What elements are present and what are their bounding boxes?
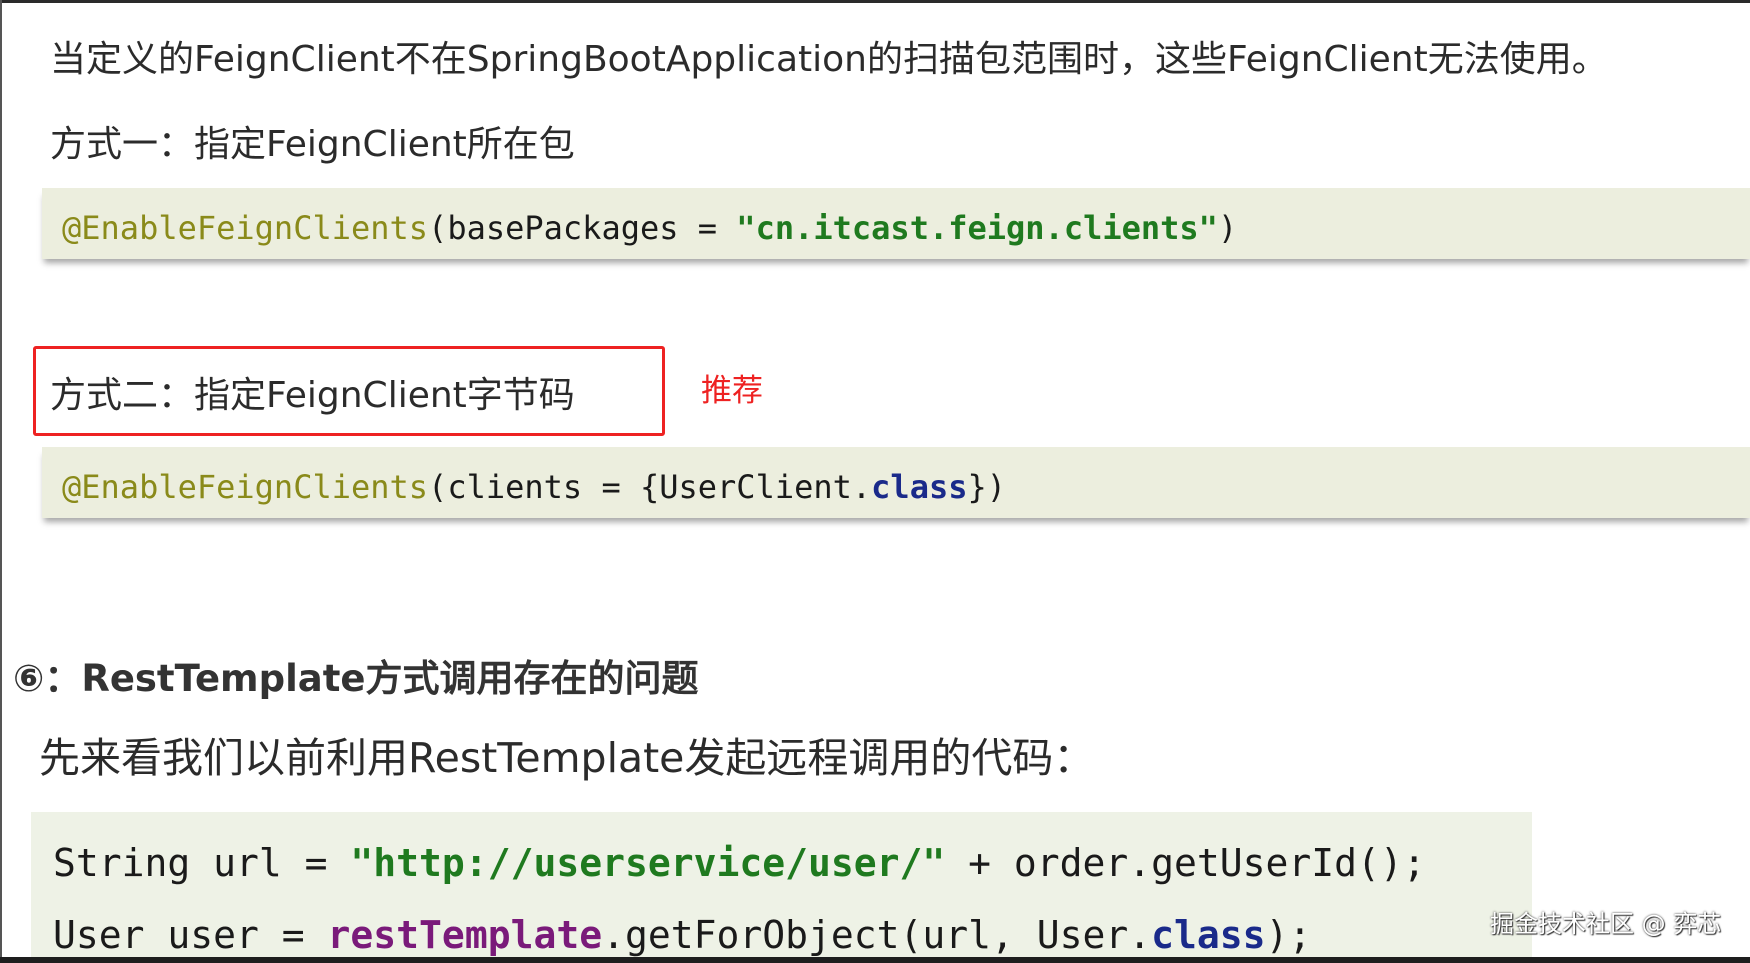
code-text: (clients = {UserClient. — [428, 468, 872, 506]
frame-left-border — [0, 0, 2, 963]
code-text: .getForObject(url, User. — [602, 913, 1152, 957]
section-heading: ⑥：RestTemplate方式调用存在的问题 — [13, 657, 699, 700]
section-intro: 先来看我们以前利用RestTemplate发起远程调用的代码： — [39, 734, 1095, 782]
code-text: String url = — [53, 841, 351, 885]
annotation: @EnableFeignClients — [62, 209, 429, 247]
code-text: ) — [1217, 209, 1238, 247]
code-line-1: String url = "http://userservice/user/" … — [53, 844, 1426, 882]
method1-title: 方式一：指定FeignClient所在包 — [50, 124, 575, 165]
frame-top-border — [0, 0, 1750, 3]
code-text: (basePackages = — [428, 209, 737, 247]
field-name: restTemplate — [327, 913, 603, 957]
string-literal: "cn.itcast.feign.clients" — [736, 209, 1218, 247]
code-text: + order.getUserId(); — [945, 841, 1426, 885]
recommended-label: 推荐 — [701, 373, 763, 409]
method2-title: 方式二：指定FeignClient字节码 — [50, 375, 575, 416]
keyword: class — [871, 468, 968, 506]
frame-bottom-bar — [0, 957, 1750, 963]
string-literal: "http://userservice/user/" — [350, 841, 946, 885]
code-text: }) — [967, 468, 1007, 506]
resttemplate-code-block: String url = "http://userservice/user/" … — [31, 812, 1532, 963]
code-line-2: User user = restTemplate.getForObject(ur… — [53, 916, 1311, 954]
method1-code-block: @EnableFeignClients(basePackages = "cn.i… — [42, 188, 1750, 259]
method2-code-block: @EnableFeignClients(clients = {UserClien… — [42, 447, 1750, 518]
annotation: @EnableFeignClients — [62, 468, 429, 506]
code-text: User user = — [53, 913, 328, 957]
method2-code-line: @EnableFeignClients(clients = {UserClien… — [62, 471, 1006, 503]
method1-code-line: @EnableFeignClients(basePackages = "cn.i… — [62, 212, 1237, 244]
code-text: ); — [1265, 913, 1312, 957]
intro-paragraph: 当定义的FeignClient不在SpringBootApplication的扫… — [50, 39, 1608, 80]
watermark: 掘金技术社区 @ 弈芯 — [1490, 910, 1722, 938]
keyword: class — [1151, 913, 1266, 957]
